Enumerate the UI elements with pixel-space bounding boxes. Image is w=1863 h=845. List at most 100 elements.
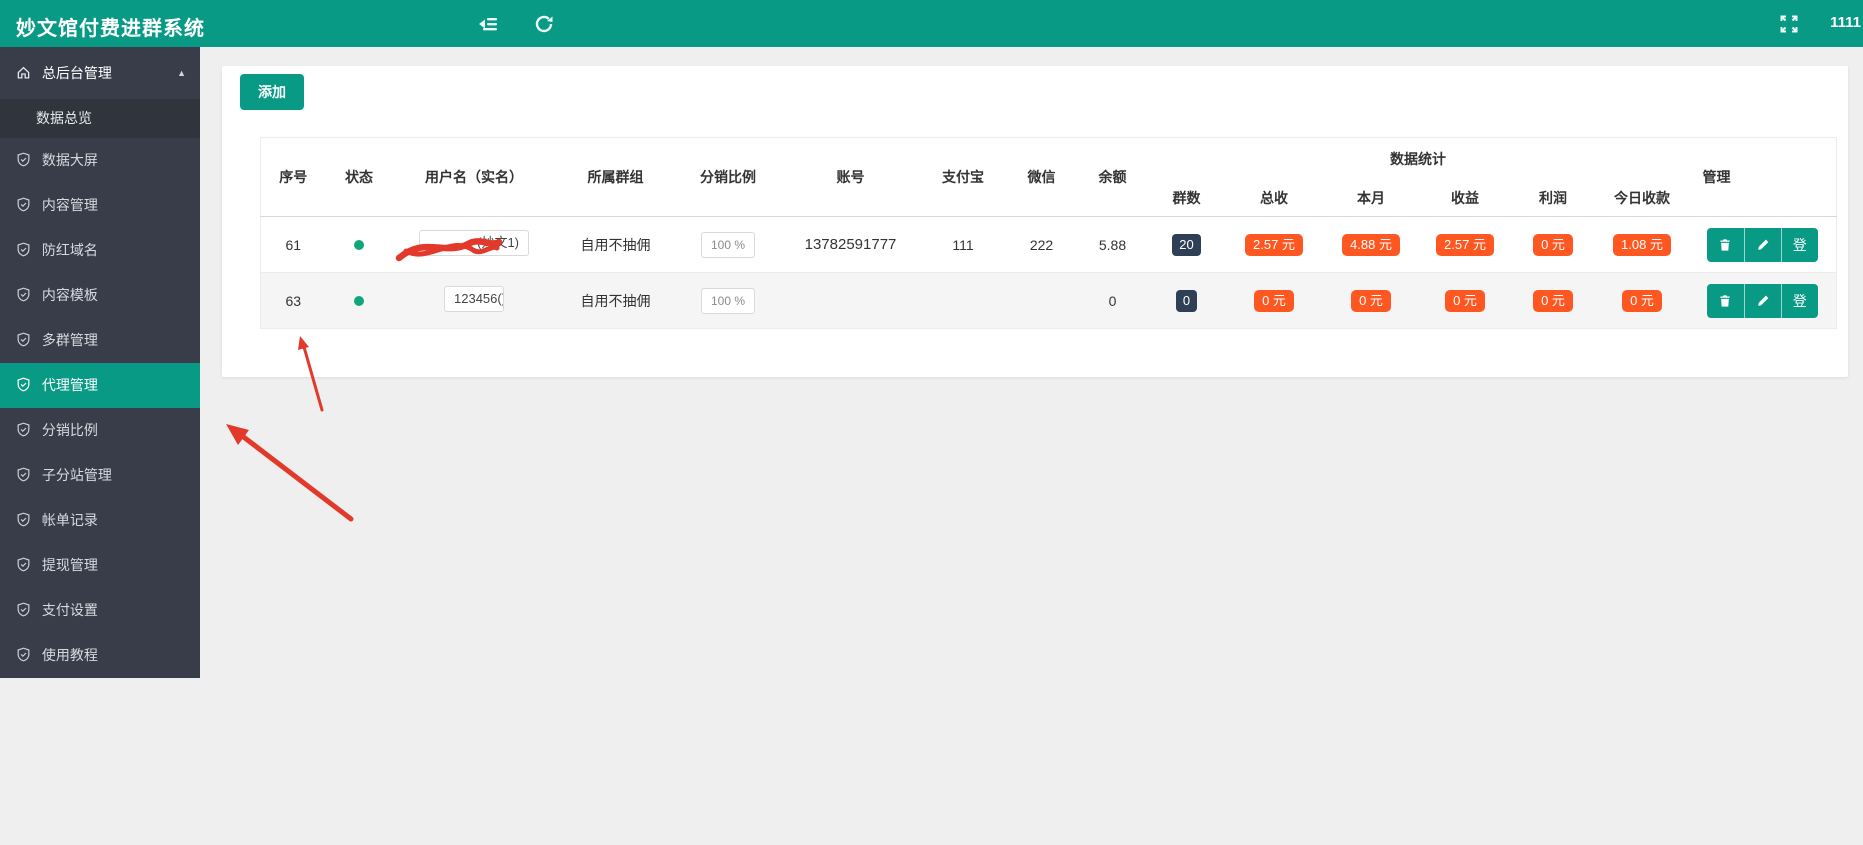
col-username: 用户名（实名） bbox=[425, 169, 523, 185]
sidebar-item-link[interactable]: 防红域名 bbox=[0, 228, 200, 273]
shield-check-icon bbox=[16, 500, 31, 527]
shield-check-icon bbox=[16, 635, 31, 662]
fullscreen-icon[interactable] bbox=[1779, 14, 1799, 34]
username-box[interactable]: 123456() bbox=[444, 286, 504, 312]
col-ratio: 分销比例 bbox=[700, 169, 756, 185]
shield-check-icon bbox=[16, 455, 31, 482]
sidebar-item-link[interactable]: 分销比例 bbox=[0, 408, 200, 453]
sidebar-item-link[interactable]: 帐单记录 bbox=[0, 498, 200, 543]
today-badge: 1.08 元 bbox=[1613, 233, 1671, 256]
top-bar: 妙文馆付费进群系统 1111 bbox=[0, 0, 1863, 47]
agents-table: 序号 状态 用户名（实名） 所属群组 分销比例 账号 支付宝 微信 余额 数据统… bbox=[260, 137, 1838, 329]
groups-badge: 20 bbox=[1172, 233, 1201, 256]
shield-check-icon bbox=[16, 545, 31, 572]
seq-cell: 61 bbox=[285, 236, 302, 253]
current-user[interactable]: 1111 bbox=[1830, 14, 1861, 31]
sidebar-item-label: 使用教程 bbox=[41, 647, 98, 663]
add-button[interactable]: 添加 bbox=[240, 74, 304, 110]
pencil-icon bbox=[1757, 295, 1769, 306]
sidebar-item-link[interactable]: 数据大屏 bbox=[0, 138, 200, 183]
sidebar-item-link[interactable]: 支付设置 bbox=[0, 588, 200, 633]
status-dot bbox=[354, 239, 364, 250]
income-badge: 2.57 元 bbox=[1436, 233, 1494, 256]
month-badge: 0 元 bbox=[1351, 289, 1391, 312]
sidebar-item-label: 数据大屏 bbox=[41, 152, 98, 168]
col-month: 本月 bbox=[1357, 190, 1385, 207]
login-button[interactable]: 登 bbox=[1780, 283, 1818, 318]
col-groups: 群数 bbox=[1172, 190, 1201, 207]
today-badge: 0 元 bbox=[1622, 289, 1662, 312]
sidebar-item-label: 防红域名 bbox=[41, 242, 98, 258]
sidebar-group-admin[interactable]: 总后台管理 ▲ bbox=[0, 47, 200, 99]
total-badge: 0 元 bbox=[1254, 289, 1294, 312]
sidebar-item-link[interactable]: 内容模板 bbox=[0, 273, 200, 318]
row-actions: 登 bbox=[1706, 283, 1818, 318]
col-stats-group: 数据统计 bbox=[1390, 151, 1447, 168]
sidebar-item-label: 代理管理 bbox=[41, 377, 98, 393]
app-title: 妙文馆付费进群系统 bbox=[16, 18, 205, 40]
total-badge: 2.57 元 bbox=[1245, 233, 1303, 256]
chevron-up-icon: ▲ bbox=[177, 68, 186, 78]
trash-icon bbox=[1720, 238, 1730, 251]
row-actions: 登 bbox=[1706, 227, 1818, 262]
sidebar-item-active[interactable]: 代理管理 bbox=[0, 363, 200, 408]
group-cell: 自用不抽佣 bbox=[580, 236, 651, 253]
account-cell bbox=[781, 273, 921, 329]
agents-table-wrap: 序号 状态 用户名（实名） 所属群组 分销比例 账号 支付宝 微信 余额 数据统… bbox=[260, 137, 1838, 329]
profit-badge: 0 元 bbox=[1533, 233, 1573, 256]
col-wechat: 微信 bbox=[1027, 169, 1056, 185]
col-profit: 利润 bbox=[1539, 190, 1567, 207]
home-icon bbox=[16, 49, 31, 79]
col-account: 账号 bbox=[836, 169, 865, 185]
alipay-cell: 111 bbox=[952, 236, 974, 253]
delete-button[interactable] bbox=[1706, 283, 1744, 318]
sidebar-item-label: 多群管理 bbox=[41, 332, 98, 348]
sidebar-item-data-overview[interactable]: 数据总览 bbox=[0, 99, 200, 138]
seq-cell: 63 bbox=[285, 292, 302, 309]
sidebar-item-label: 支付设置 bbox=[41, 602, 98, 618]
shield-check-icon bbox=[16, 140, 31, 167]
shield-check-icon bbox=[16, 320, 31, 347]
sidebar-item-link[interactable]: 使用教程 bbox=[0, 633, 200, 678]
status-dot bbox=[354, 295, 364, 306]
col-total: 总收 bbox=[1260, 190, 1288, 207]
sidebar-group-label: 总后台管理 bbox=[41, 65, 112, 81]
login-button[interactable]: 登 bbox=[1780, 227, 1818, 262]
menu-fold-icon[interactable] bbox=[477, 13, 499, 35]
account-cell: 13782591777 bbox=[804, 236, 897, 253]
sidebar-item-link[interactable]: 多群管理 bbox=[0, 318, 200, 363]
refresh-icon[interactable] bbox=[533, 13, 555, 35]
income-badge: 0 元 bbox=[1445, 289, 1485, 312]
group-cell: 自用不抽佣 bbox=[580, 292, 651, 309]
col-balance: 余额 bbox=[1098, 169, 1127, 185]
edit-button[interactable] bbox=[1743, 283, 1781, 318]
shield-check-icon bbox=[16, 275, 31, 302]
col-alipay: 支付宝 bbox=[942, 169, 984, 185]
col-status: 状态 bbox=[345, 169, 373, 185]
col-income: 收益 bbox=[1451, 190, 1479, 207]
content-card: 添加 序号 状态 用户名（实名） 所属群组 分销比例 账号 支付宝 微信 余额 … bbox=[222, 66, 1848, 377]
profit-badge: 0 元 bbox=[1533, 289, 1573, 312]
month-badge: 4.88 元 bbox=[1342, 233, 1400, 256]
shield-check-icon bbox=[16, 590, 31, 617]
edit-button[interactable] bbox=[1743, 227, 1781, 262]
username-box[interactable]: (妙文1) bbox=[419, 230, 529, 256]
balance-cell: 0 bbox=[1108, 292, 1117, 309]
sidebar-item-link[interactable]: 内容管理 bbox=[0, 183, 200, 228]
shield-check-icon bbox=[16, 230, 31, 257]
col-seq: 序号 bbox=[279, 169, 308, 185]
shield-check-icon bbox=[16, 185, 31, 212]
sidebar: 总后台管理 ▲ 数据总览 数据大屏 内容管理 防红域名 内容模板 多群管理 代理… bbox=[0, 47, 200, 678]
ratio-box[interactable]: 100 % bbox=[700, 287, 756, 314]
sidebar-item-link[interactable]: 提现管理 bbox=[0, 543, 200, 588]
sidebar-item-link[interactable]: 子分站管理 bbox=[0, 453, 200, 498]
ratio-box[interactable]: 100 % bbox=[700, 231, 756, 258]
sidebar-item-label: 提现管理 bbox=[41, 557, 98, 573]
trash-icon bbox=[1720, 294, 1730, 307]
delete-button[interactable] bbox=[1706, 227, 1744, 262]
wechat-cell: 222 bbox=[1029, 236, 1054, 253]
arrow-to-sidebar bbox=[226, 424, 354, 522]
balance-cell: 5.88 bbox=[1098, 236, 1127, 253]
table-row: 63 123456() 自用不抽佣 100 % 0 0 0 元 0 元 0 元 … bbox=[260, 272, 1837, 329]
shield-check-icon bbox=[16, 365, 31, 392]
